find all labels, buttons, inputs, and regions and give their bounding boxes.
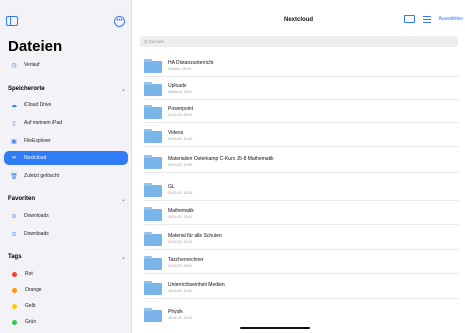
file-name: Materialien Osterkamp C-Kurs J5-8 Mathem… xyxy=(168,156,274,162)
file-meta: 24.04.20, 10:01 xyxy=(168,240,193,244)
file-row[interactable]: Uploads Mittwoch, 2019 xyxy=(144,78,459,100)
file-meta: Mittwoch, 2019 xyxy=(168,90,192,94)
file-name: Videos xyxy=(168,130,184,136)
sidebar-item-label: iCloud Drive xyxy=(24,102,52,108)
file-row[interactable]: Materialien Osterkamp C-Kurs J5-8 Mathem… xyxy=(144,151,459,173)
file-meta: 20.04.20, 10:30 xyxy=(168,137,193,141)
sidebar-item-downloads[interactable]: ⊙ Downloads xyxy=(4,209,128,223)
folder-icon xyxy=(144,207,162,221)
file-name: Powerpoint xyxy=(168,106,194,112)
sidebar-item-label: Grün xyxy=(25,319,37,325)
sidebar-item-on-my-ipad[interactable]: ▯ Auf meinem iPad xyxy=(4,116,128,130)
file-name: GL xyxy=(168,184,175,190)
folder-icon xyxy=(144,183,162,197)
sidebar-item-label: Rot xyxy=(25,271,33,277)
sidebar-toggle-icon[interactable] xyxy=(6,16,18,26)
search-input[interactable]: Q Suchen xyxy=(140,36,458,47)
sidebar-item-label: Verlauf xyxy=(24,62,40,68)
file-meta: 24.04.20, 15:36 xyxy=(168,191,193,195)
folder-icon xyxy=(144,155,162,169)
main-toolbar: Auswählen xyxy=(403,15,463,23)
file-meta: 28.02.20, 10:01 xyxy=(168,316,193,320)
sidebar-item-downloads-2[interactable]: ⊙ Downloads xyxy=(4,227,128,241)
sidebar-item-label: FileExplorer xyxy=(24,138,51,144)
file-row[interactable]: HA Distanzunterricht Gestern, 09:33 xyxy=(144,55,459,77)
file-row[interactable]: Mathematik 19.04.20, 10:00 xyxy=(144,203,459,225)
folder-icon xyxy=(144,281,162,295)
file-row[interactable]: Videos 20.04.20, 10:30 xyxy=(144,125,459,147)
more-options-icon[interactable]: ••• xyxy=(114,16,125,27)
file-name: Uploads xyxy=(168,83,187,89)
file-name: Taschenrechner xyxy=(168,257,204,263)
favorites-section-header[interactable]: Favoriten ⌄ xyxy=(8,196,126,203)
file-meta: 08.04.20, 12:59 xyxy=(168,163,193,167)
sidebar-item-fileexplorer[interactable]: ▣ FileExplorer xyxy=(4,134,128,148)
sidebar-item-label: Nextcloud xyxy=(24,155,47,161)
folder-icon xyxy=(144,256,162,270)
file-name: Material für alle Schulen xyxy=(168,233,222,239)
file-meta: 16.04.20, 10:00 xyxy=(168,289,193,293)
folder-icon xyxy=(144,82,162,96)
sidebar-item-tag-yellow[interactable]: Gelb xyxy=(4,299,128,313)
ipad-icon: ▯ xyxy=(12,120,16,127)
folder-icon xyxy=(144,232,162,246)
sidebar-item-label: Gelb xyxy=(25,303,36,309)
folder-icon xyxy=(144,129,162,143)
orange-tag-dot-icon xyxy=(12,287,17,293)
sidebar-item-recent[interactable]: ◷ Verlauf xyxy=(4,58,128,72)
sidebar-item-icloud-drive[interactable]: ☁ iCloud Drive xyxy=(4,98,128,112)
file-meta: 19.04.20, 10:00 xyxy=(168,215,193,219)
file-meta: 21.04.20, 08:31 xyxy=(168,113,193,117)
red-tag-dot-icon xyxy=(12,271,17,277)
chevron-down-icon[interactable]: ⌄ xyxy=(121,86,126,93)
nextcloud-icon: ∞ xyxy=(11,155,17,161)
home-indicator[interactable] xyxy=(240,327,310,329)
folder-icon xyxy=(144,59,162,73)
trash-icon: 🗑 xyxy=(10,173,18,180)
file-row[interactable]: Taschenrechner 26.04.20, 08:51 xyxy=(144,252,459,274)
folder-icon xyxy=(144,308,162,322)
file-row[interactable]: Material für alle Schulen 24.04.20, 10:0… xyxy=(144,228,459,250)
sidebar: ••• Dateien ◷ Verlauf Speicherorte ⌄ ☁ i… xyxy=(0,0,132,333)
file-name: HA Distanzunterricht xyxy=(168,60,214,66)
sidebar-title: Dateien xyxy=(8,38,63,55)
file-name: Physik xyxy=(168,309,183,315)
chevron-down-icon[interactable]: ⌄ xyxy=(121,254,126,261)
file-name: Unterrichtseinheit Medien xyxy=(168,282,225,288)
sidebar-item-label: Zuletzt gelöscht xyxy=(24,173,60,179)
file-row[interactable]: Powerpoint 21.04.20, 08:31 xyxy=(144,101,459,123)
sidebar-item-tag-orange[interactable]: Orange xyxy=(4,283,128,297)
sidebar-item-label: Auf meinem iPad xyxy=(24,120,63,126)
download-icon: ⊙ xyxy=(11,213,17,220)
list-view-icon[interactable] xyxy=(422,15,431,23)
sidebar-item-tag-green[interactable]: Grün xyxy=(4,315,128,329)
new-folder-icon[interactable] xyxy=(403,15,415,23)
sidebar-toolbar: ••• xyxy=(6,16,125,28)
download-icon: ⊙ xyxy=(11,231,17,238)
file-meta: 26.04.20, 08:51 xyxy=(168,264,193,268)
file-row[interactable]: Physik 28.02.20, 10:01 xyxy=(144,304,459,326)
locations-section-header[interactable]: Speicherorte ⌄ xyxy=(8,86,126,93)
sidebar-item-label: Orange xyxy=(25,287,42,293)
folder-icon xyxy=(144,105,162,119)
file-browser: Nextcloud Auswählen Q Suchen HA Distanzu… xyxy=(132,0,465,333)
chevron-down-icon[interactable]: ⌄ xyxy=(121,196,126,203)
sidebar-item-tag-red[interactable]: Rot xyxy=(4,267,128,281)
sidebar-item-recently-deleted[interactable]: 🗑 Zuletzt gelöscht xyxy=(4,169,128,183)
cloud-icon: ☁ xyxy=(11,102,17,109)
tags-section-header[interactable]: Tags ⌄ xyxy=(8,254,126,261)
file-meta: Gestern, 09:33 xyxy=(168,67,192,71)
green-tag-dot-icon xyxy=(12,319,17,325)
sidebar-item-nextcloud[interactable]: ∞ Nextcloud xyxy=(4,151,128,165)
yellow-tag-dot-icon xyxy=(12,303,17,309)
fileexplorer-icon: ▣ xyxy=(11,138,17,145)
clock-icon: ◷ xyxy=(11,62,17,69)
file-row[interactable]: Unterrichtseinheit Medien 16.04.20, 10:0… xyxy=(144,277,459,299)
sidebar-item-label: Downloads xyxy=(24,231,49,237)
select-button[interactable]: Auswählen xyxy=(439,16,463,22)
file-row[interactable]: GL 24.04.20, 15:36 xyxy=(144,179,459,201)
sidebar-item-label: Downloads xyxy=(24,213,49,219)
file-name: Mathematik xyxy=(168,208,194,214)
